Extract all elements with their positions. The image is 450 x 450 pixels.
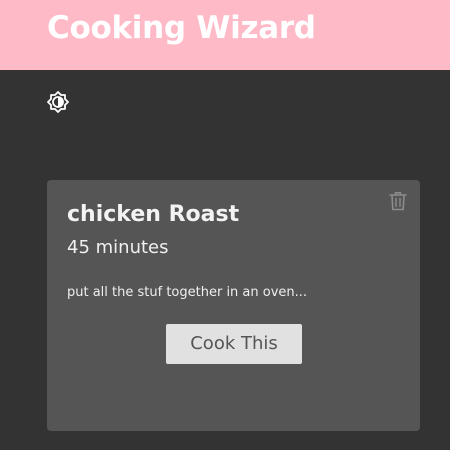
recipe-card: chicken Roast 45 minutes put all the stu… bbox=[47, 180, 420, 431]
app-header: Cooking Wizard bbox=[0, 0, 450, 70]
recipe-time: 45 minutes bbox=[67, 237, 169, 258]
theme-toggle-button[interactable] bbox=[47, 91, 69, 113]
delete-recipe-button[interactable] bbox=[389, 191, 407, 211]
app-title: Cooking Wizard bbox=[47, 10, 316, 46]
recipe-description: put all the stuf together in an oven... bbox=[67, 285, 308, 300]
brightness-contrast-icon bbox=[47, 91, 69, 113]
cook-this-button[interactable]: Cook This bbox=[166, 324, 302, 364]
trash-icon bbox=[389, 192, 407, 211]
recipe-name: chicken Roast bbox=[67, 202, 240, 227]
